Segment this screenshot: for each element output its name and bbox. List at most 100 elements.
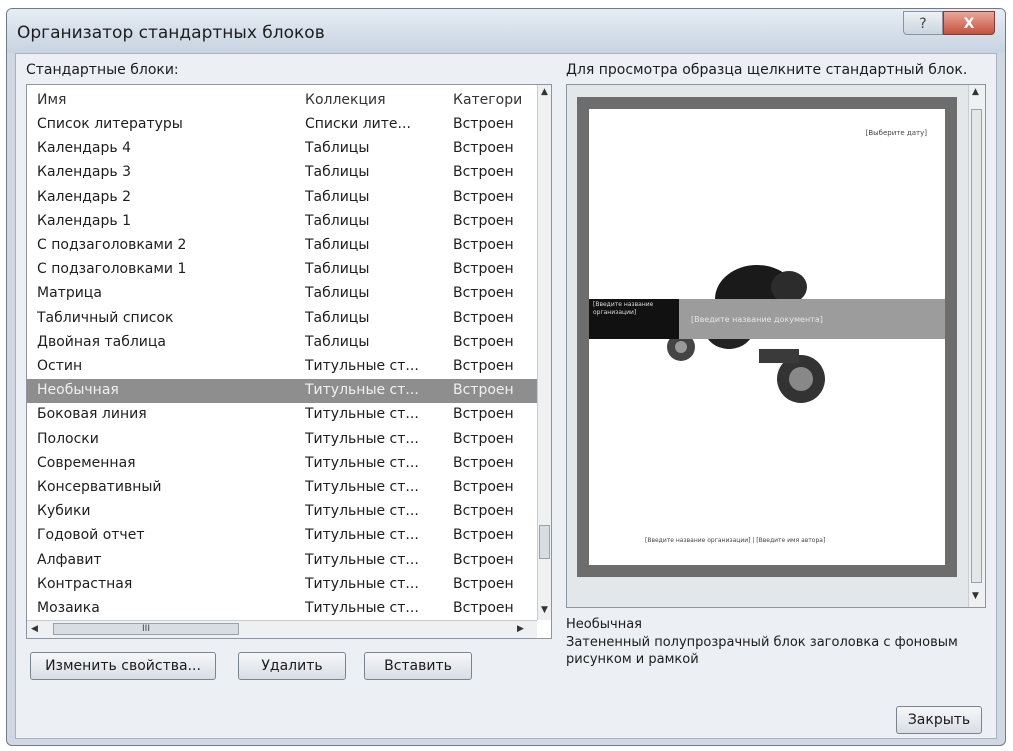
table-row[interactable]: С подзаголовками 2 Таблицы Встроен [27,234,537,258]
window-title: Организатор стандартных блоков [17,23,325,43]
footer-placeholder: [Введите название организации] | [Введит… [645,537,826,544]
list-vertical-scrollbar[interactable]: ▲ ▼ [537,85,551,620]
preview-scroll-thumb[interactable] [971,109,982,583]
row-collection-cell: Таблицы [305,140,370,157]
preview-scroll-up-icon[interactable]: ▲ [972,87,979,97]
preview-label: Для просмотра образца щелкните стандартн… [566,62,968,78]
table-row[interactable]: Календарь 1 Таблицы Встроен [27,210,537,234]
table-row[interactable]: Матрица Таблицы Встроен [27,282,537,306]
selected-block-description: Затененный полупрозрачный блок заголовка… [566,635,958,667]
selected-block-name: Необычная [566,617,642,632]
table-row[interactable]: Календарь 4 Таблицы Встроен [27,137,537,161]
list-header: Имя Коллекция Категори [27,85,537,113]
row-name-cell: Годовой отчет [37,527,145,544]
row-category-cell: Встроен [453,261,514,278]
row-name-cell: Список литературы [37,116,183,132]
row-name-cell: Контрастная [37,575,133,592]
table-row[interactable]: С подзаголовками 1 Таблицы Встроен [27,258,537,282]
scroll-left-icon[interactable]: ◀ [31,624,38,634]
scroll-right-icon[interactable]: ▶ [517,624,524,634]
column-header-name[interactable]: Имя [37,92,297,108]
title-bar[interactable]: Организатор стандартных блоков ? X [7,9,1005,53]
preview-scrollbar[interactable]: ▲ ▼ [968,85,985,607]
column-header-collection[interactable]: Коллекция [305,92,445,108]
preview-page: [Выберите дату] [Введите название органи [589,109,945,565]
row-name-cell: Мозаика [37,600,100,616]
row-name-cell: Современная [37,454,136,471]
row-category-cell: Встроен [453,454,514,471]
scroll-down-icon[interactable]: ▼ [541,605,548,615]
row-name-cell: Двойная таблица [37,333,166,350]
row-collection-cell: Титульные ст... [305,600,419,616]
row-category-cell: Встроен [453,164,514,181]
row-category-cell: Встроен [453,188,514,205]
row-name-cell: Консервативный [37,479,162,495]
row-name-cell: Алфавит [37,551,102,568]
help-button[interactable]: ? [903,11,943,35]
row-collection-cell: Титульные ст... [305,406,419,423]
building-blocks-label: Стандартные блоки: [26,62,179,78]
scroll-up-icon[interactable]: ▲ [541,87,548,97]
row-category-cell: Встроен [453,212,514,229]
table-row[interactable]: Двойная таблица Таблицы Встроен [27,331,537,355]
table-row[interactable]: Контрастная Титульные ст... Встроен [27,573,537,597]
table-row[interactable]: Мозаика Титульные ст... Встроен [27,597,537,621]
row-category-cell: Встроен [453,358,514,374]
table-row[interactable]: Остин Титульные ст... Встроен [27,355,537,379]
vertical-scroll-thumb[interactable] [539,525,550,559]
title-bar-buttons: ? X [903,11,995,35]
row-name-cell: С подзаголовками 2 [37,237,187,253]
table-row[interactable]: Кубики Титульные ст... Встроен [27,500,537,524]
row-category-cell: Встроен [453,527,514,544]
row-collection-cell: Таблицы [305,261,370,278]
column-header-category[interactable]: Категори [453,92,537,108]
preview-page-frame: [Выберите дату] [Введите название органи [577,97,957,577]
row-collection-cell: Титульные ст... [305,479,419,495]
row-name-cell: С подзаголовками 1 [37,261,187,278]
preview-scroll-down-icon[interactable]: ▼ [972,591,979,601]
row-name-cell: Календарь 3 [37,164,131,181]
black-box-text: [Введите название организации] [593,301,654,316]
table-row[interactable]: Боковая линия Титульные ст... Встроен [27,403,537,427]
row-category-cell: Встроен [453,237,514,253]
table-row[interactable]: Табличный список Таблицы Встроен [27,307,537,331]
row-name-cell: Календарь 2 [37,188,131,205]
table-row[interactable]: Годовой отчет Титульные ст... Встроен [27,524,537,548]
row-category-cell: Встроен [453,285,514,302]
row-name-cell: Матрица [37,285,102,302]
black-label-box: [Введите название организации] [589,299,679,339]
table-row[interactable]: Современная Титульные ст... Встроен [27,452,537,476]
row-collection-cell: Таблицы [305,164,370,181]
row-name-cell: Боковая линия [37,406,147,423]
row-collection-cell: Таблицы [305,333,370,350]
table-row[interactable]: Необычная Титульные ст... Встроен [27,379,537,404]
close-window-button[interactable]: X [943,11,995,35]
table-row[interactable]: Консервативный Титульные ст... Встроен [27,476,537,500]
row-category-cell: Встроен [453,503,514,520]
row-category-cell: Встроен [453,575,514,592]
row-category-cell: Встроен [453,116,514,132]
row-collection-cell: Титульные ст... [305,527,419,544]
insert-button[interactable]: Вставить [364,652,472,680]
row-name-cell: Календарь 1 [37,212,131,229]
dialog-body: Стандартные блоки: Имя Коллекция Категор… [15,53,997,739]
row-collection-cell: Титульные ст... [305,382,419,399]
delete-button[interactable]: Удалить [238,652,346,680]
horizontal-scroll-thumb[interactable]: III [53,623,239,635]
table-row[interactable]: Полоски Титульные ст... Встроен [27,428,537,452]
title-placeholder: [Введите название документа] [691,315,823,324]
close-button[interactable]: Закрыть [896,706,982,734]
date-placeholder: [Выберите дату] [865,129,927,137]
row-collection-cell: Таблицы [305,188,370,205]
row-name-cell: Необычная [37,382,119,399]
edit-properties-button[interactable]: Изменить свойства... [30,652,216,680]
row-category-cell: Встроен [453,479,514,495]
building-blocks-list[interactable]: Имя Коллекция Категори Список литературы… [26,84,552,639]
row-collection-cell: Титульные ст... [305,454,419,471]
table-row[interactable]: Календарь 2 Таблицы Встроен [27,186,537,210]
table-row[interactable]: Список литературы Списки лите... Встроен [27,113,537,137]
table-row[interactable]: Алфавит Титульные ст... Встроен [27,549,537,573]
table-row[interactable]: Календарь 3 Таблицы Встроен [27,161,537,185]
row-category-cell: Встроен [453,551,514,568]
list-horizontal-scrollbar[interactable]: ◀ III ▶ [27,620,537,638]
